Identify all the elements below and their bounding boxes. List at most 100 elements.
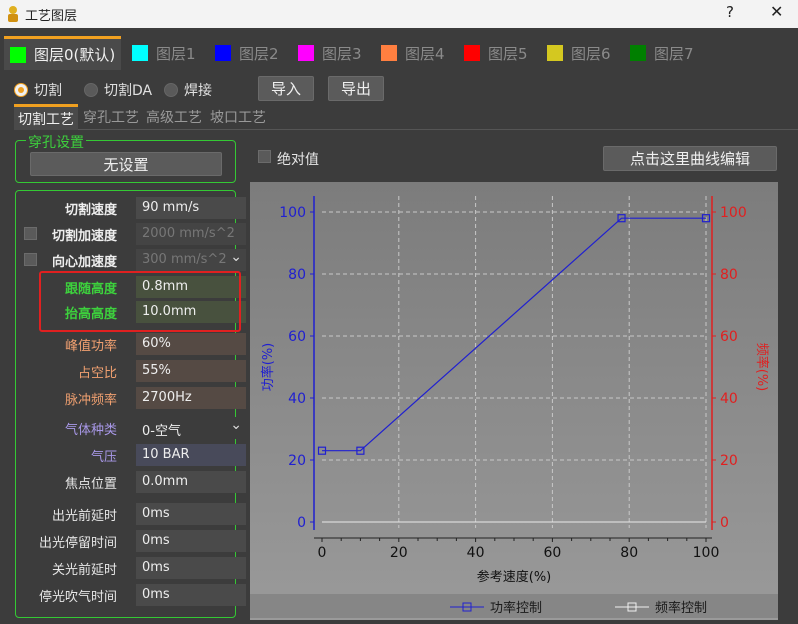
legend-frequency-label: 频率控制 [655, 601, 708, 616]
radio-weld[interactable]: 焊接 [164, 80, 212, 100]
import-button[interactable]: 导入 [258, 76, 314, 101]
stay-time-label: 出光停留时间 [38, 536, 117, 551]
curve-chart-panel[interactable]: 0 20 40 60 80 100 0 20 40 60 80 100 0 20 40 60 80 100 参考速度… [250, 182, 778, 620]
row-peak-power: 峰值功率 60% [16, 333, 246, 355]
y-tick-label-right: 80 [720, 267, 738, 283]
centri-accel-checkbox[interactable] [24, 253, 37, 266]
edit-curve-button[interactable]: 点击这里曲线编辑 [603, 146, 777, 171]
y-tick-label-left: 40 [288, 391, 306, 407]
layer-0-label: 图层0(默认) [34, 46, 116, 64]
layer-7-label: 图层7 [654, 44, 694, 63]
cut-accel-label: 切割加速度 [51, 229, 117, 244]
layer-5-label: 图层5 [488, 44, 528, 63]
row-pulse-freq: 脉冲频率 2700Hz [16, 387, 246, 409]
stay-time-input[interactable]: 0ms [136, 530, 246, 552]
cut-accel-checkbox[interactable] [24, 227, 37, 240]
pulse-freq-label: 脉冲频率 [64, 393, 117, 408]
tab-layer-1[interactable]: 图层1 [132, 36, 196, 70]
layer-7-color-swatch [630, 45, 646, 61]
duty-cycle-label: 占空比 [77, 366, 117, 381]
centri-accel-chevron-down-icon[interactable]: ⌄ [230, 249, 242, 265]
pierce-settings-group: 穿孔设置 无设置 [15, 132, 236, 183]
gas-type-chevron-down-icon[interactable]: ⌄ [230, 417, 242, 433]
layer-4-label: 图层4 [405, 44, 445, 63]
layer-6-label: 图层6 [571, 44, 611, 63]
radio-weld-indicator [164, 83, 178, 97]
y-axis-title-right: 频率(%) [754, 343, 770, 392]
focus-input[interactable]: 0.0mm [136, 471, 246, 493]
radio-cut-da[interactable]: 切割DA [84, 80, 152, 100]
gas-type-select[interactable]: 0-空气 ⌄ [136, 417, 246, 439]
export-button[interactable]: 导出 [328, 76, 384, 101]
radio-cut-da-label: 切割DA [104, 83, 153, 99]
cutting-params-group: 切割速度 90 mm/s 切割加速度 2000 mm/s^2 向心加速度 300… [15, 190, 246, 618]
cut-speed-input[interactable]: 90 mm/s [136, 197, 246, 219]
layer-2-label: 图层2 [239, 44, 279, 63]
peak-power-label: 峰值功率 [64, 339, 117, 354]
close-button[interactable]: ✕ [770, 2, 783, 21]
tab-pierce-process[interactable]: 穿孔工艺 [83, 104, 139, 130]
absolute-value-label: 绝对值 [277, 152, 319, 168]
row-pre-delay: 出光前延时 0ms [16, 503, 246, 525]
centri-accel-input[interactable]: 300 mm/s^2 ⌄ [136, 249, 246, 271]
tab-bevel-process[interactable]: 坡口工艺 [210, 104, 266, 130]
row-cut-speed: 切割速度 90 mm/s [16, 197, 246, 219]
row-gas-type: 气体种类 0-空气 ⌄ [16, 417, 246, 439]
legend-frequency-marker-icon [615, 602, 649, 611]
y-tick-label-right: 0 [720, 515, 729, 531]
tab-layer-5[interactable]: 图层5 [464, 36, 528, 70]
radio-cut[interactable]: 切割 [14, 80, 62, 100]
off-delay-input[interactable]: 0ms [136, 557, 246, 579]
centri-accel-value: 300 mm/s^2 [142, 252, 227, 267]
y-tick-label-left: 20 [288, 453, 306, 469]
tab-layer-4[interactable]: 图层4 [381, 36, 445, 70]
y-axis-title-left: 功率(%) [260, 343, 276, 392]
duty-cycle-input[interactable]: 55% [136, 360, 246, 382]
blow-time-input[interactable]: 0ms [136, 584, 246, 606]
y-tick-label-left: 0 [297, 515, 306, 531]
pre-delay-input[interactable]: 0ms [136, 503, 246, 525]
tab-layer-6[interactable]: 图层6 [547, 36, 611, 70]
layer-3-color-swatch [298, 45, 314, 61]
row-focus: 焦点位置 0.0mm [16, 471, 246, 493]
pressure-input[interactable]: 10 BAR [136, 444, 246, 466]
row-centri-accel: 向心加速度 300 mm/s^2 ⌄ [16, 249, 246, 271]
pre-delay-label: 出光前延时 [51, 509, 117, 524]
layer-1-color-swatch [132, 45, 148, 61]
radio-weld-label: 焊接 [184, 83, 212, 99]
help-button[interactable]: ? [726, 3, 734, 21]
layer-tab-bar: 图层0(默认) 图层1 图层2 图层3 图层4 图层5 图层6 图层7 [0, 36, 798, 70]
x-tick-label: 20 [390, 545, 408, 561]
pressure-label: 气压 [90, 450, 117, 465]
tab-layer-7[interactable]: 图层7 [630, 36, 694, 70]
x-tick-label: 0 [318, 545, 327, 561]
app-icon [8, 6, 18, 22]
legend-power: 功率控制 [450, 597, 542, 616]
gas-type-value: 0-空气 [142, 424, 181, 439]
radio-cut-indicator [14, 83, 28, 97]
focus-label: 焦点位置 [64, 477, 117, 492]
tab-cutting-process[interactable]: 切割工艺 [14, 104, 78, 130]
tab-layer-3[interactable]: 图层3 [298, 36, 362, 70]
row-pressure: 气压 10 BAR [16, 444, 246, 466]
pulse-freq-input[interactable]: 2700Hz [136, 387, 246, 409]
centri-accel-label: 向心加速度 [51, 255, 117, 270]
row-blow-time: 停光吹气时间 0ms [16, 584, 246, 606]
gas-type-label: 气体种类 [64, 423, 117, 438]
pierce-setting-button[interactable]: 无设置 [30, 152, 222, 176]
cut-accel-input[interactable]: 2000 mm/s^2 [136, 223, 246, 245]
power-frequency-chart[interactable]: 0204060801000204060801000 20 40 60 80 100参考速度… [250, 182, 778, 594]
absolute-value-checkbox[interactable] [258, 150, 271, 163]
window-title: 工艺图层 [25, 9, 78, 24]
radio-cut-label: 切割 [34, 83, 62, 99]
legend-power-label: 功率控制 [490, 601, 543, 616]
x-tick-label: 80 [620, 545, 638, 561]
x-axis-title: 参考速度(%) [477, 569, 552, 585]
tab-advanced-process[interactable]: 高级工艺 [146, 104, 202, 130]
layer-5-color-swatch [464, 45, 480, 61]
x-tick-label: 60 [543, 545, 561, 561]
peak-power-input[interactable]: 60% [136, 333, 246, 355]
tab-layer-2[interactable]: 图层2 [215, 36, 279, 70]
process-tab-bar: 切割工艺 穿孔工艺 高级工艺 坡口工艺 [14, 104, 798, 130]
tab-layer-0[interactable]: 图层0(默认) [4, 36, 122, 70]
